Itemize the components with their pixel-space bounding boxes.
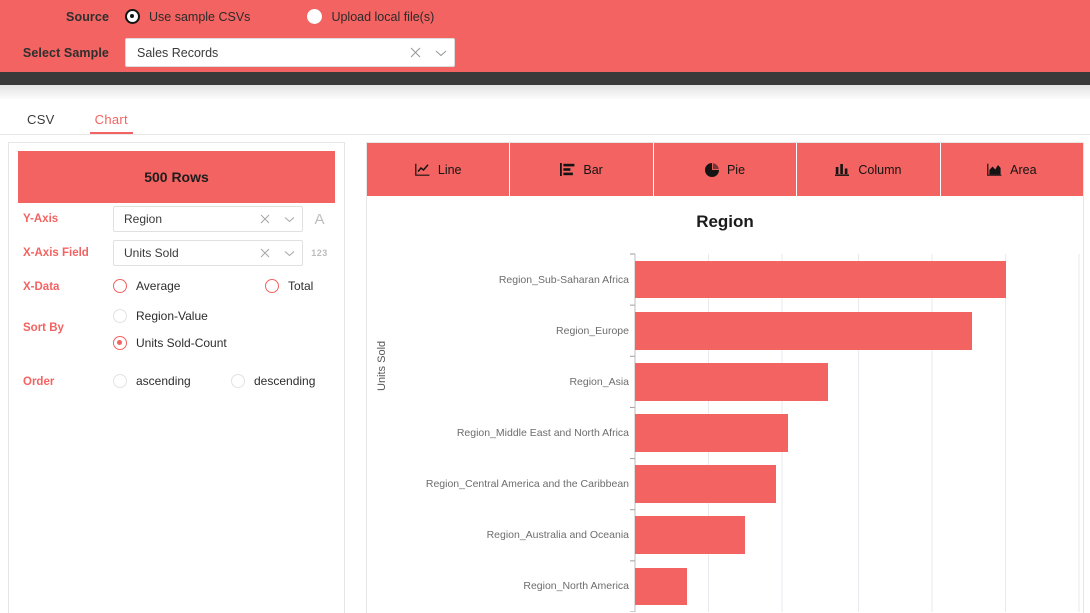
y-axis-value: Region bbox=[124, 212, 163, 226]
chart-bar[interactable] bbox=[635, 516, 746, 555]
chart-category-label: Region_Asia bbox=[569, 375, 629, 388]
select-sample-row: Select Sample Sales Records bbox=[0, 33, 455, 72]
chart-bar[interactable] bbox=[635, 414, 789, 452]
bar-chart-icon bbox=[560, 163, 575, 176]
y-axis-label: Y-Axis bbox=[23, 213, 59, 225]
x-axis-field-select[interactable]: Units Sold bbox=[113, 240, 303, 266]
x-axis-field-label: X-Axis Field bbox=[23, 247, 89, 259]
radio-x-data-total[interactable]: Total bbox=[265, 279, 313, 293]
radio-x-data-average[interactable]: Average bbox=[113, 279, 180, 293]
chart-panel: Line Bar Pie Column Area Region Units So… bbox=[366, 142, 1084, 613]
close-icon[interactable] bbox=[253, 241, 277, 265]
select-sample-value: Sales Records bbox=[137, 45, 219, 60]
radio-label: Region-Value bbox=[136, 309, 208, 323]
tab-csv[interactable]: CSV bbox=[22, 112, 60, 134]
radio-indicator bbox=[113, 374, 127, 388]
sort-by-label: Sort By bbox=[23, 322, 64, 334]
chart-category-label: Region_Middle East and North Africa bbox=[456, 427, 629, 439]
radio-upload-local-files[interactable]: Upload local file(s) bbox=[307, 9, 434, 24]
radio-label: Upload local file(s) bbox=[331, 9, 435, 24]
chart-type-line-button[interactable]: Line bbox=[367, 143, 511, 196]
x-axis-field-row: X-Axis Field Units Sold 123 bbox=[9, 239, 336, 267]
radio-indicator bbox=[113, 279, 127, 293]
y-axis-type-indicator: A bbox=[314, 210, 325, 228]
chart-type-bar-button[interactable]: Bar bbox=[510, 143, 654, 196]
x-data-row: X-Data bbox=[9, 273, 113, 301]
rows-count-button[interactable]: 500 Rows bbox=[18, 151, 335, 203]
chart-plot-area: Region Units Sold Region_Sub-Saharan Afr… bbox=[367, 196, 1083, 612]
chart-category-label: Region_Europe bbox=[556, 324, 629, 337]
radio-indicator-unselected bbox=[307, 9, 323, 24]
chart-category-label: Region_Sub-Saharan Africa bbox=[498, 273, 629, 286]
chart-config-panel: 500 Rows Y-Axis Region A X-Axis Field Un… bbox=[8, 142, 345, 613]
source-row: Source Use sample CSVs Upload local file… bbox=[0, 0, 434, 33]
chevron-down-icon[interactable] bbox=[277, 241, 302, 265]
radio-indicator bbox=[231, 374, 245, 388]
column-chart-icon bbox=[835, 163, 850, 176]
close-icon[interactable] bbox=[253, 207, 277, 231]
order-row: Order bbox=[9, 368, 113, 396]
radio-label: ascending bbox=[136, 374, 191, 388]
radio-indicator bbox=[265, 279, 279, 293]
radio-sort-units-sold-count[interactable]: Units Sold-Count bbox=[113, 336, 227, 350]
y-axis-row: Y-Axis Region A bbox=[9, 205, 336, 233]
radio-label: descending bbox=[254, 374, 316, 388]
sort-by-row: Sort By bbox=[9, 314, 113, 342]
order-label: Order bbox=[23, 376, 55, 388]
chart-type-label: Pie bbox=[726, 162, 746, 177]
radio-sort-region-value[interactable]: Region-Value bbox=[113, 309, 208, 323]
radio-label: Use sample CSVs bbox=[149, 9, 251, 24]
header-divider-strip bbox=[0, 72, 1090, 85]
chart-type-label: Column bbox=[858, 162, 902, 177]
main-tabs: CSV Chart bbox=[0, 99, 1090, 135]
radio-order-ascending[interactable]: ascending bbox=[113, 374, 191, 388]
radio-label: Total bbox=[288, 279, 314, 293]
chart-type-pie-button[interactable]: Pie bbox=[654, 143, 798, 196]
radio-order-descending[interactable]: descending bbox=[231, 374, 315, 388]
chart-type-area-button[interactable]: Area bbox=[941, 143, 1083, 196]
pie-chart-icon bbox=[704, 162, 719, 177]
chart-category-label: Region_Australia and Oceania bbox=[486, 529, 629, 542]
chart-bar[interactable] bbox=[635, 260, 1006, 299]
chevron-down-icon[interactable] bbox=[428, 39, 454, 66]
select-sample-dropdown[interactable]: Sales Records bbox=[125, 38, 455, 67]
chart-type-toolbar: Line Bar Pie Column Area bbox=[367, 143, 1083, 196]
radio-label: Average bbox=[136, 279, 181, 293]
x-axis-field-type-indicator: 123 bbox=[311, 248, 328, 258]
x-data-label: X-Data bbox=[23, 281, 60, 293]
chevron-down-icon[interactable] bbox=[277, 207, 302, 231]
radio-indicator-selected bbox=[113, 336, 127, 350]
select-sample-label: Select Sample bbox=[22, 45, 109, 60]
chart-bar[interactable] bbox=[635, 311, 972, 350]
chart-type-label: Line bbox=[437, 162, 462, 177]
chart-category-label: Region_Central America and the Caribbean bbox=[425, 478, 629, 491]
header-shadow-gradient bbox=[0, 85, 1090, 99]
line-chart-icon bbox=[415, 163, 430, 176]
chart-type-label: Bar bbox=[583, 162, 603, 177]
radio-indicator bbox=[113, 309, 127, 323]
chart-category-label: Region_North America bbox=[523, 580, 629, 593]
close-icon[interactable] bbox=[403, 39, 428, 66]
chart-bar[interactable] bbox=[635, 465, 776, 504]
chart-bar[interactable] bbox=[635, 567, 688, 606]
chart-type-label: Area bbox=[1010, 162, 1037, 177]
radio-use-sample-csvs[interactable]: Use sample CSVs bbox=[125, 9, 250, 24]
source-label: Source bbox=[66, 9, 109, 24]
area-chart-icon bbox=[987, 163, 1002, 176]
y-axis-select[interactable]: Region bbox=[113, 206, 303, 232]
chart-bar[interactable] bbox=[635, 362, 828, 401]
tab-chart[interactable]: Chart bbox=[89, 112, 134, 134]
chart-type-column-button[interactable]: Column bbox=[797, 143, 941, 196]
x-axis-field-value: Units Sold bbox=[124, 246, 179, 260]
source-header: Source Use sample CSVs Upload local file… bbox=[0, 0, 1090, 72]
radio-label: Units Sold-Count bbox=[136, 336, 227, 350]
radio-indicator-selected bbox=[125, 9, 140, 24]
